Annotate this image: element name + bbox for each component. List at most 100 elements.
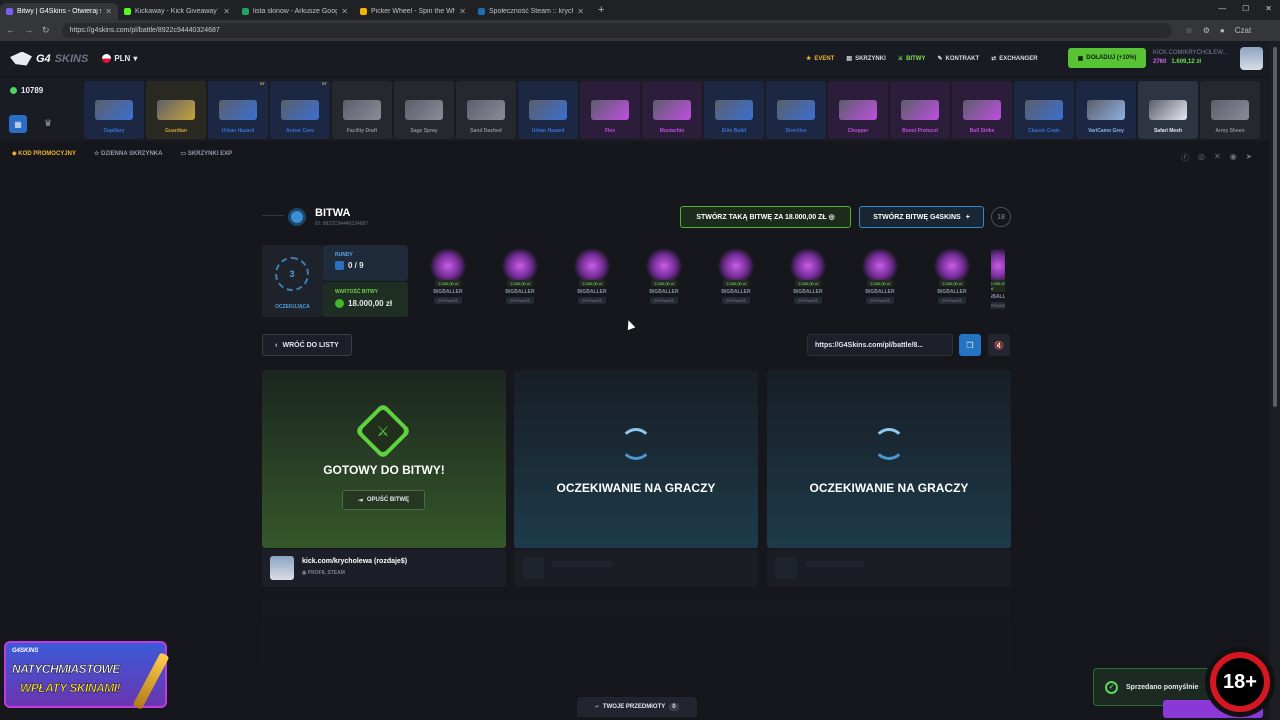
nav-kontrakt[interactable]: ✎ KONTRAKT <box>937 55 979 63</box>
drop-item[interactable]: Mustachio <box>642 81 702 139</box>
drop-item[interactable]: Elite Build <box>704 81 764 139</box>
drop-item[interactable]: Sand Dashed <box>456 81 516 139</box>
browser-tab[interactable]: lista skinow - Arkusze Google ✕ <box>236 3 354 20</box>
check-case-button[interactable]: SPRAWDŹ <box>434 297 462 304</box>
weapon-icon <box>343 100 381 120</box>
battle-case[interactable]: 2.000,00 złBIGBALLERSPRAWDŹ <box>559 245 625 317</box>
forward-icon[interactable]: → <box>24 25 33 36</box>
battle-case[interactable]: 2.000,00 złBIGBALLERSPRAWDŹ <box>919 245 985 317</box>
weapon-icon <box>281 100 319 120</box>
drop-item[interactable]: Urban Hazard ST <box>208 81 268 139</box>
page-scrollbar[interactable] <box>1270 41 1280 720</box>
profile-icon[interactable]: ● <box>1220 26 1225 35</box>
check-case-button[interactable]: SPRAWDŹ <box>991 302 1005 309</box>
back-to-list-button[interactable]: ‹ WRÓĆ DO LISTY <box>262 334 352 356</box>
check-case-button[interactable]: SPRAWDŹ <box>650 297 678 304</box>
new-tab-button[interactable]: + <box>598 4 604 16</box>
crown-icon[interactable]: ♛ <box>44 118 52 129</box>
daily-case-link[interactable]: ☆ DZIENNA SKRZYNKA <box>94 150 163 157</box>
check-case-button[interactable]: SPRAWDŹ <box>794 297 822 304</box>
drop-item[interactable]: Boost Protocol <box>890 81 950 139</box>
browser-tab[interactable]: Społeczność Steam :: krycholewa✕ <box>472 3 590 20</box>
browser-tab[interactable]: Bitwy | G4Skins - Otwieraj skrzynki✕ <box>0 3 118 20</box>
minimize-icon[interactable]: — <box>1218 4 1226 13</box>
drop-item[interactable]: Urban Hazard <box>518 81 578 139</box>
weapon-icon <box>777 100 815 120</box>
reload-icon[interactable]: ↻ <box>42 25 50 36</box>
maximize-icon[interactable]: ☐ <box>1242 4 1249 13</box>
drop-item[interactable]: Facility Draft <box>332 81 392 139</box>
exp-cases-link[interactable]: ▭ SKRZYNKI EXP <box>180 150 232 157</box>
sound-toggle-button[interactable]: 🔇 <box>988 334 1010 356</box>
url-field[interactable]: https://g4skins.com/pl/battle/8922c94440… <box>61 23 1172 38</box>
case-image <box>932 249 972 283</box>
deposit-button[interactable]: ▣ DOŁADUJ (+10%) <box>1068 48 1146 68</box>
profile-label[interactable]: Czat <box>1235 26 1251 35</box>
battle-case[interactable]: 2.000,00 złBIGBALLERSPRAWDŹ <box>991 245 1005 317</box>
close-tab-icon[interactable]: ✕ <box>223 7 230 16</box>
nav-event[interactable]: ★ EVENT <box>806 55 834 63</box>
discord-icon[interactable]: ◉ <box>1230 152 1237 163</box>
drop-item[interactable]: Bull Strike <box>952 81 1012 139</box>
battle-case[interactable]: 2.000,00 złBIGBALLERSPRAWDŹ <box>847 245 913 317</box>
extensions-icon[interactable]: ⚙ <box>1203 26 1210 35</box>
browser-tab[interactable]: Picker Wheel - Spin the Wheel to✕ <box>354 3 472 20</box>
avatar[interactable] <box>1240 47 1263 70</box>
create-g4skins-battle-button[interactable]: STWÓRZ BITWĘ G4SKINS + <box>859 206 984 228</box>
instagram-icon[interactable]: ◎ <box>1198 152 1205 163</box>
check-case-button[interactable]: SPRAWDŹ <box>722 297 750 304</box>
drop-item[interactable]: Directive <box>766 81 826 139</box>
nav-bitwy[interactable]: ⚔ BITWY <box>898 55 926 63</box>
back-icon[interactable]: ← <box>6 25 15 36</box>
promo-code-link[interactable]: ◆ KOD PROMOCYJNY <box>12 150 76 157</box>
nav-skrzynki[interactable]: ▤ SKRZYNKI <box>846 55 885 63</box>
battle-case[interactable]: 2.000,00 złBIGBALLERSPRAWDŹ <box>703 245 769 317</box>
drop-item[interactable]: Classic Crate <box>1014 81 1074 139</box>
close-tab-icon[interactable]: ✕ <box>341 7 348 16</box>
battle-case[interactable]: 2.000,00 złBIGBALLERSPRAWDŹ <box>775 245 841 317</box>
create-same-battle-button[interactable]: STWÓRZ TAKĄ BITWĘ ZA 18.000,00 ZŁ ◎ <box>680 206 851 228</box>
weapon-icon <box>963 100 1001 120</box>
check-case-button[interactable]: SPRAWDŹ <box>938 297 966 304</box>
browser-tab[interactable]: Kickaway - Kick Giveaway Tool✕ <box>118 3 236 20</box>
drop-item[interactable]: Guardian <box>146 81 206 139</box>
nav-exchanger[interactable]: ⇄ EXCHANGER <box>991 55 1037 63</box>
drop-item[interactable]: Flex <box>580 81 640 139</box>
exchange-icon: ⇄ <box>991 56 997 62</box>
online-counter: 10789 <box>10 86 43 95</box>
currency-selector[interactable]: PLN ▾ <box>102 54 137 63</box>
bookmark-star-icon[interactable]: ☆ <box>1186 26 1193 35</box>
battle-case[interactable]: 2.000,00 złBIGBALLERSPRAWDŹ <box>415 245 481 317</box>
leave-battle-button[interactable]: ⇥ OPUŚĆ BITWĘ <box>342 490 425 510</box>
drops-all-toggle[interactable]: ▦ <box>9 115 27 133</box>
plus-icon: + <box>965 213 970 221</box>
telegram-icon[interactable]: ➤ <box>1246 152 1253 163</box>
site-logo[interactable]: G4 SKINS <box>10 51 88 66</box>
your-items-button[interactable]: ⌐ TWOJE PRZEDMIOTY 0 <box>577 697 697 717</box>
close-tab-icon[interactable]: ✕ <box>105 7 112 16</box>
drop-item[interactable]: Army Sheen <box>1200 81 1260 139</box>
scrollbar-thumb[interactable] <box>1273 47 1277 407</box>
copy-link-button[interactable]: ❐ <box>959 334 981 356</box>
drop-item[interactable]: Capillary <box>84 81 144 139</box>
x-icon[interactable]: ✕ <box>1214 152 1221 163</box>
check-case-button[interactable]: SPRAWDŹ <box>866 297 894 304</box>
close-tab-icon[interactable]: ✕ <box>577 7 584 16</box>
facebook-icon[interactable]: ⓕ <box>1181 152 1189 163</box>
player-card[interactable]: kick.com/krycholewa (rozdaje$) ◉ PROFIL … <box>262 549 506 587</box>
drop-item[interactable]: Safari Mesh <box>1138 81 1198 139</box>
check-case-button[interactable]: SPRAWDŹ <box>578 297 606 304</box>
drop-item[interactable]: VariCamo Grey <box>1076 81 1136 139</box>
steam-profile-link[interactable]: ◉ PROFIL STEAM <box>302 570 345 576</box>
check-case-button[interactable]: SPRAWDŹ <box>506 297 534 304</box>
drop-item[interactable]: Sage Spray <box>394 81 454 139</box>
battle-case[interactable]: 2.000,00 złBIGBALLERSPRAWDŹ <box>631 245 697 317</box>
battle-case[interactable]: 2.000,00 złBIGBALLERSPRAWDŹ <box>487 245 553 317</box>
drop-item[interactable]: Chopper <box>828 81 888 139</box>
battle-link-field[interactable]: https://G4Skins.com/pl/battle/8... <box>807 334 953 356</box>
user-info[interactable]: KICK.COM/KRYCHOLEW... 2760 1.609,12 zł <box>1153 49 1228 67</box>
window-controls[interactable]: — ☐ ✕ <box>1218 4 1272 13</box>
drop-item[interactable]: Armor Core ST <box>270 81 330 139</box>
close-window-icon[interactable]: ✕ <box>1265 4 1272 13</box>
close-tab-icon[interactable]: ✕ <box>459 7 466 16</box>
